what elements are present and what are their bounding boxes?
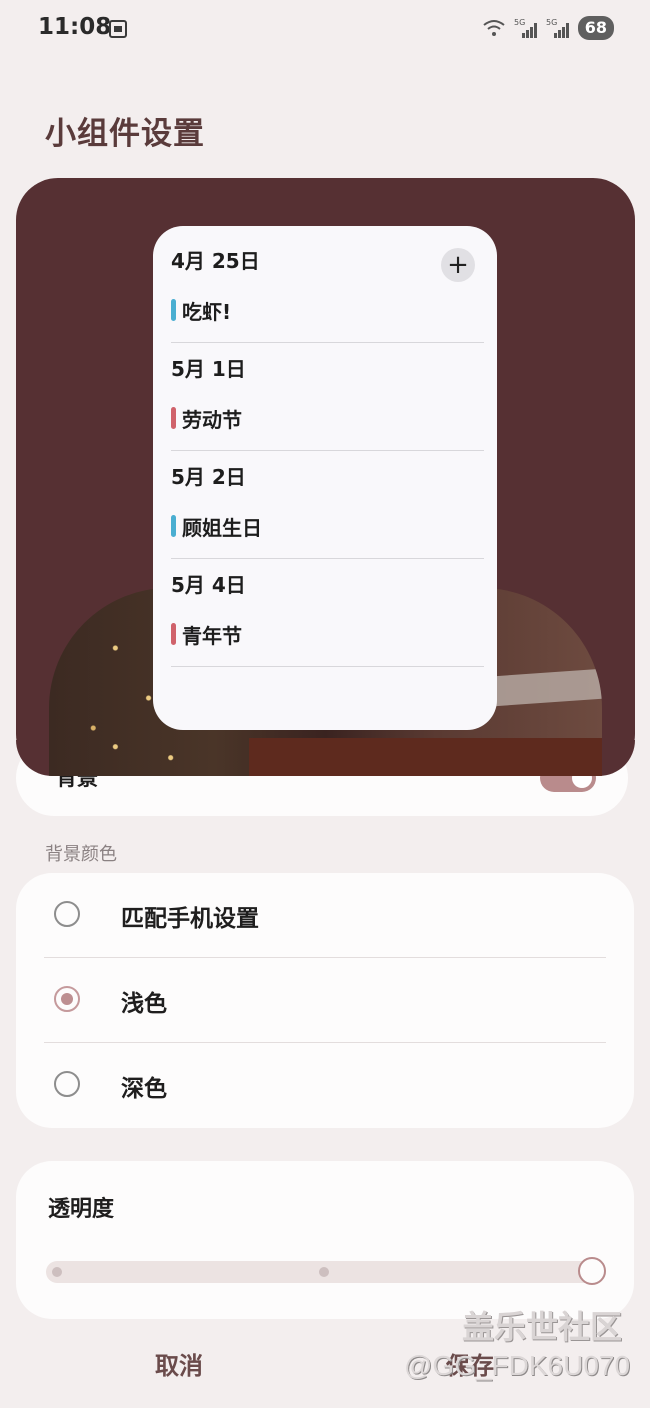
radio-button[interactable]	[54, 1071, 80, 1097]
divider	[171, 558, 484, 559]
option-dark[interactable]: 深色	[16, 1043, 634, 1128]
cancel-button[interactable]: 取消	[155, 1346, 203, 1381]
event-item[interactable]: 顾姐生日	[171, 506, 484, 546]
watermark-logo-text: 盖乐世社区	[462, 1309, 623, 1345]
calendar-group: 5月 1日 劳动节	[171, 352, 484, 451]
radio-button-selected[interactable]	[54, 986, 80, 1012]
status-bar: 11:08 5G 5G 68	[0, 0, 650, 62]
calendar-widget: + 4月 25日 吃虾! 5月 1日 劳动节 5月 2日 顾姐生日 5月 4日 …	[153, 226, 497, 730]
transparency-card: 透明度	[16, 1161, 634, 1319]
divider	[171, 666, 484, 667]
option-label: 匹配手机设置	[121, 906, 259, 932]
transparency-slider[interactable]	[46, 1257, 606, 1285]
calendar-group: 5月 2日 顾姐生日	[171, 460, 484, 559]
wifi-icon	[483, 20, 505, 36]
screen-recorder-icon	[109, 20, 127, 38]
slider-thumb[interactable]	[578, 1257, 606, 1285]
event-date: 5月 4日	[171, 573, 246, 597]
status-time: 11:08	[38, 14, 112, 40]
option-label: 深色	[121, 1076, 167, 1102]
event-date: 4月 25日	[171, 249, 260, 273]
event-color-bar	[171, 515, 176, 537]
bg-color-options: 匹配手机设置 浅色 深色	[16, 873, 634, 1128]
page-title: 小组件设置	[45, 116, 205, 152]
svg-text:5G: 5G	[514, 18, 525, 27]
event-item[interactable]: 劳动节	[171, 398, 484, 438]
battery-indicator: 68	[577, 16, 614, 40]
event-color-bar	[171, 623, 176, 645]
option-light[interactable]: 浅色	[16, 958, 634, 1043]
slider-tick	[319, 1267, 329, 1277]
event-title: 顾姐生日	[182, 515, 262, 540]
calendar-group: 4月 25日 吃虾!	[171, 244, 484, 343]
event-title: 劳动节	[182, 407, 242, 432]
slider-tick	[52, 1267, 62, 1277]
calendar-group: 5月 4日 青年节	[171, 568, 484, 667]
option-match-phone[interactable]: 匹配手机设置	[16, 873, 634, 958]
event-date: 5月 2日	[171, 465, 246, 489]
signal-5g-icon: 5G	[514, 18, 537, 38]
svg-text:5G: 5G	[546, 18, 557, 27]
divider	[171, 450, 484, 451]
event-item[interactable]: 青年节	[171, 614, 484, 654]
section-label-bg-color: 背景颜色	[45, 844, 117, 865]
radio-button[interactable]	[54, 901, 80, 927]
divider	[171, 342, 484, 343]
event-item[interactable]: 吃虾!	[171, 290, 484, 330]
event-title: 青年节	[182, 623, 242, 648]
status-icons: 5G 5G 68	[482, 16, 614, 40]
transparency-label: 透明度	[48, 1197, 115, 1222]
event-color-bar	[171, 407, 176, 429]
signal-5g-icon-2: 5G	[546, 18, 569, 38]
event-color-bar	[171, 299, 176, 321]
event-title: 吃虾!	[182, 299, 232, 324]
preview-bottom	[16, 740, 635, 776]
watermark-user-text: @GG_FDK6U070	[404, 1350, 631, 1381]
event-date: 5月 1日	[171, 357, 246, 381]
option-label: 浅色	[121, 991, 167, 1017]
